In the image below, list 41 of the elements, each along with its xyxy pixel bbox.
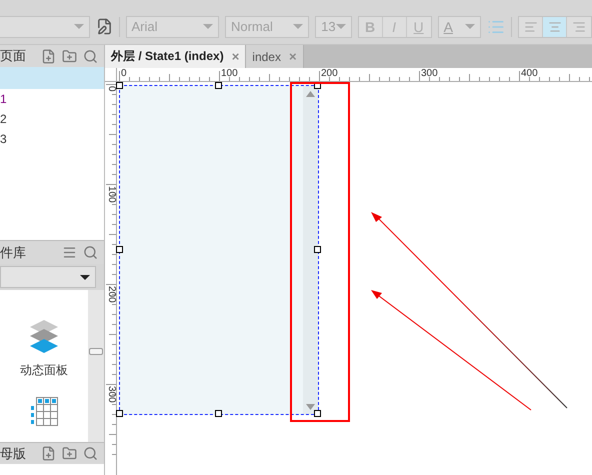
ruler-label: 300 — [421, 69, 438, 79]
panel-title: 件库 — [0, 244, 27, 262]
align-right-icon — [572, 20, 586, 34]
add-folder-icon[interactable] — [62, 446, 77, 461]
resize-handle[interactable] — [116, 82, 123, 89]
search-icon[interactable] — [83, 446, 98, 461]
ruler-label: 300 — [106, 386, 116, 403]
scrollbar[interactable] — [88, 290, 104, 442]
add-master-icon[interactable] — [41, 446, 56, 461]
editor-tab[interactable]: index × — [246, 45, 304, 68]
ruler-label: 0 — [121, 69, 127, 79]
scroll-up-icon — [306, 91, 315, 97]
ruler-label: 200 — [106, 286, 116, 303]
add-page-icon[interactable] — [41, 48, 56, 64]
layers-icon — [28, 320, 60, 354]
align-left-icon — [524, 20, 538, 34]
ruler-label: 0 — [106, 86, 116, 92]
menu-icon[interactable] — [62, 245, 77, 260]
scroll-down-icon — [306, 404, 315, 410]
resize-handle[interactable] — [314, 410, 321, 417]
widget-label[interactable]: 动态面板 — [20, 362, 68, 379]
format-painter-icon[interactable] — [96, 18, 113, 35]
ruler-label: 100 — [221, 69, 238, 79]
panel-title: 页面 — [0, 47, 27, 65]
resize-handle[interactable] — [116, 410, 123, 417]
editor-tab[interactable]: 外层 / State1 (index) × — [105, 45, 246, 68]
table-icon — [30, 397, 58, 427]
align-center-icon — [548, 20, 562, 34]
panel-title: 母版 — [0, 444, 27, 462]
resize-handle[interactable] — [215, 410, 222, 417]
close-icon[interactable]: × — [232, 49, 240, 64]
close-icon[interactable]: × — [288, 49, 297, 64]
resize-handle[interactable] — [116, 246, 123, 253]
resize-handle[interactable] — [215, 82, 222, 89]
ruler-label: 400 — [521, 69, 538, 79]
add-folder-icon[interactable] — [62, 48, 77, 64]
search-icon[interactable] — [83, 245, 98, 260]
search-icon[interactable] — [83, 48, 98, 64]
ruler-label: 200 — [321, 69, 338, 79]
ruler-label: 100 — [106, 186, 116, 203]
resize-handle[interactable] — [314, 246, 321, 253]
